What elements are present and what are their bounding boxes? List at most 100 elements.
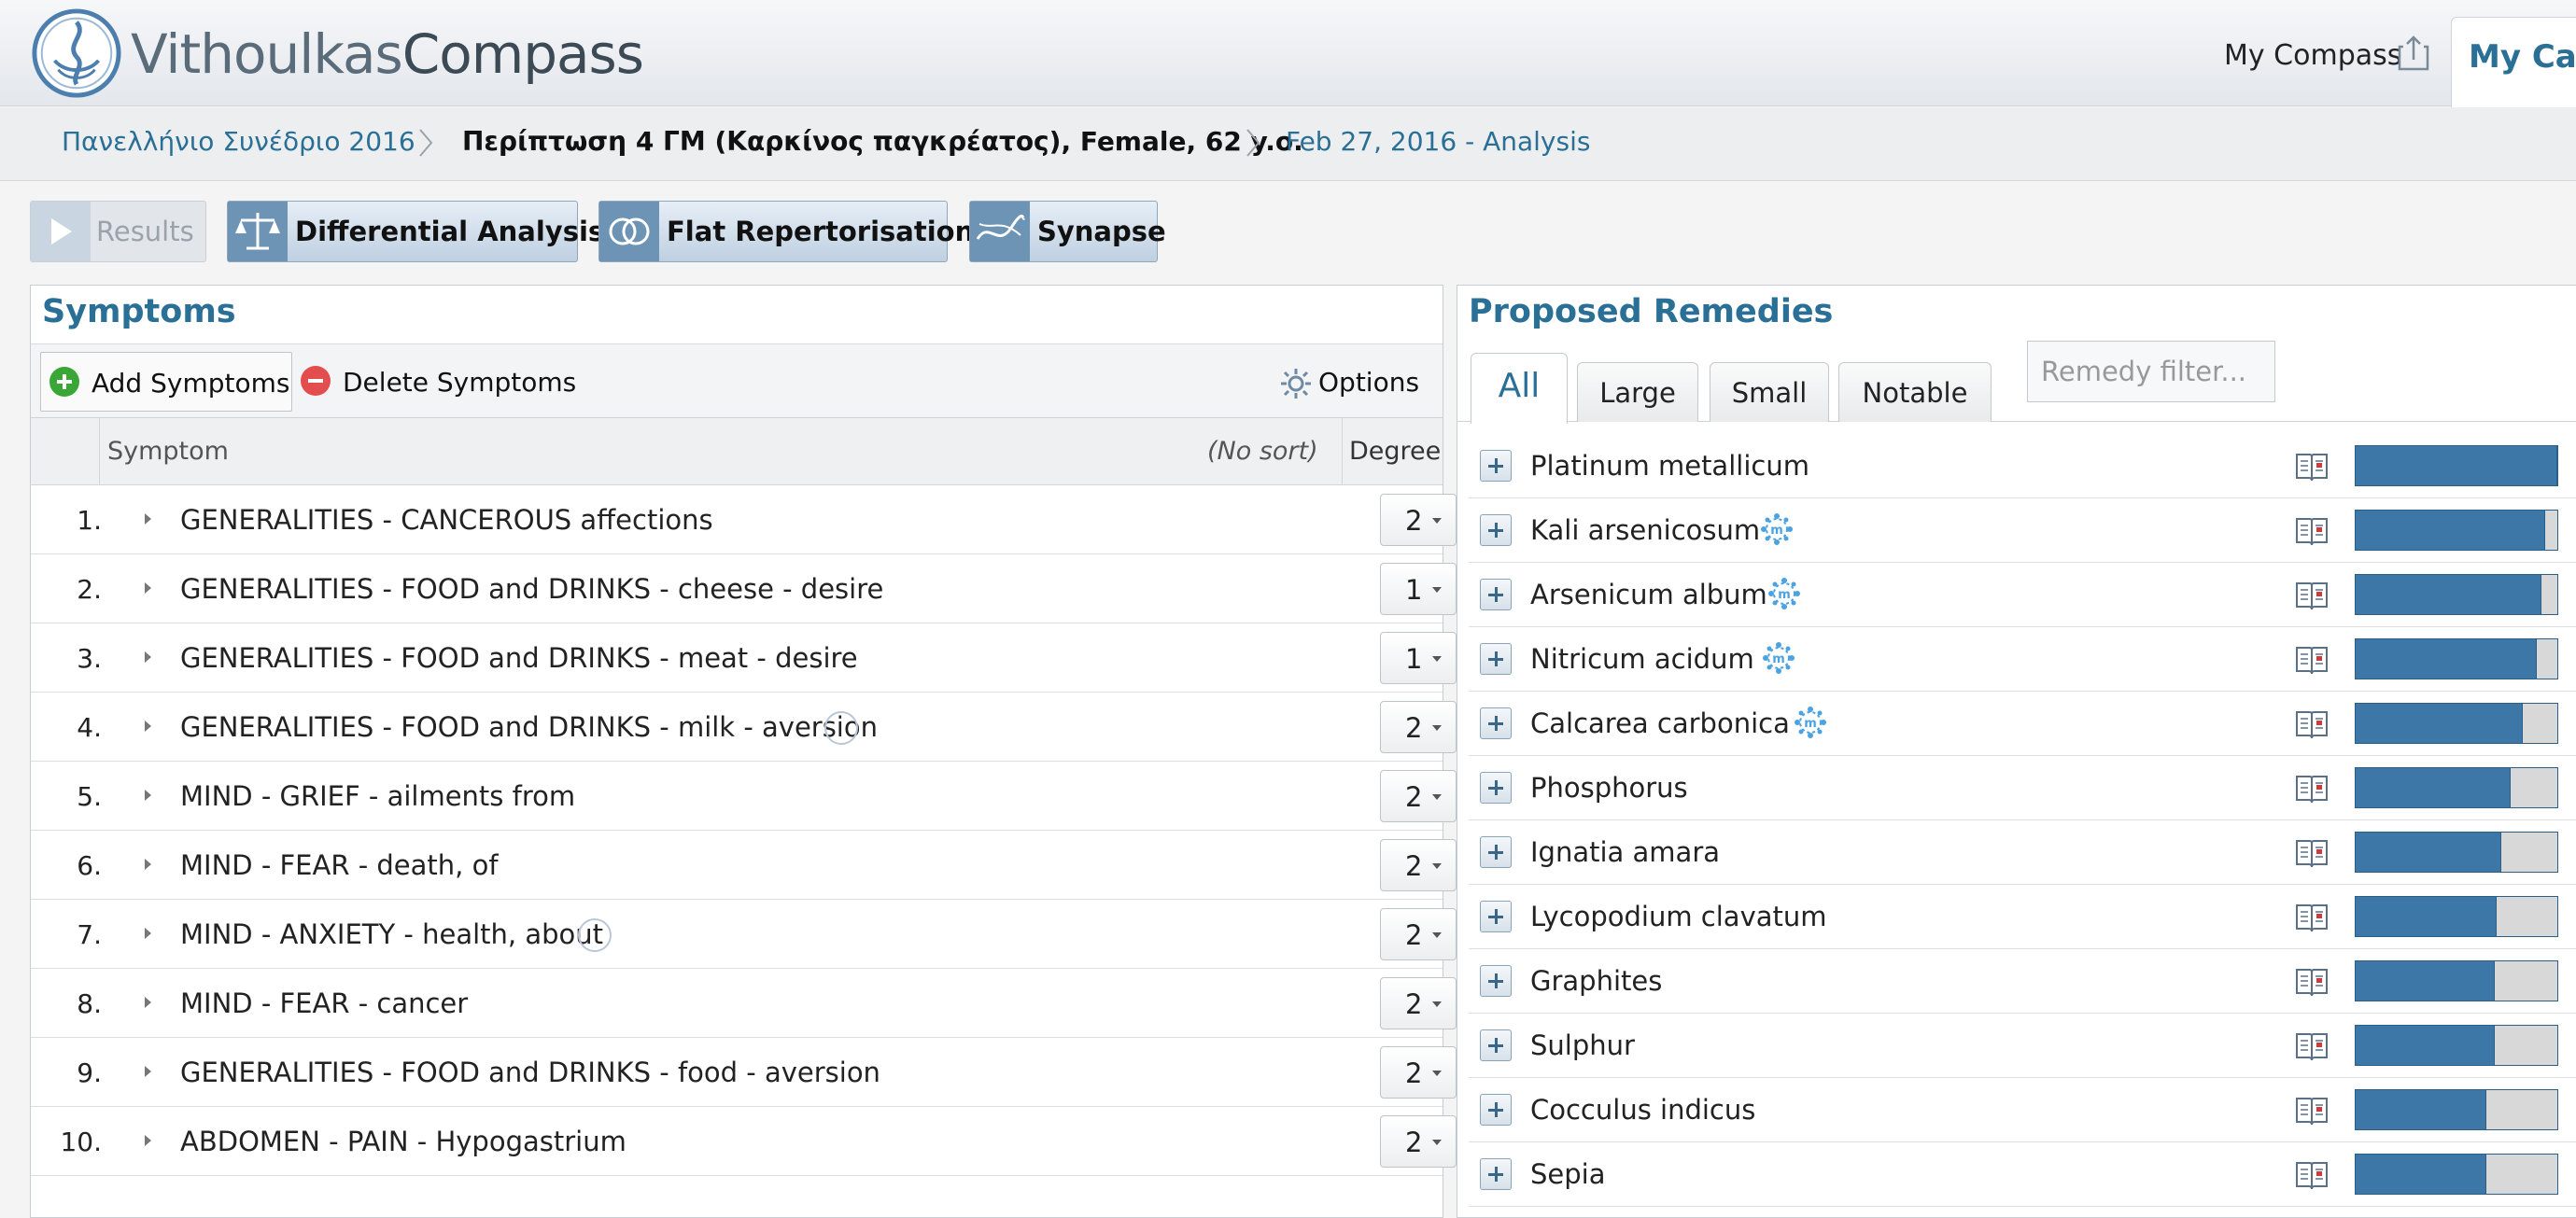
materia-medica-book-icon[interactable] <box>2295 708 2329 740</box>
options-button[interactable]: Options <box>1279 352 1429 412</box>
remedy-row[interactable]: Platinum metallicum <box>1469 434 2576 498</box>
add-symptoms-button[interactable]: Add Symptoms <box>40 352 292 412</box>
symptom-text[interactable]: GENERALITIES - FOOD and DRINKS - milk - … <box>180 711 878 743</box>
symptom-text[interactable]: MIND - ANXIETY - health, about <box>180 918 603 950</box>
materia-medica-book-icon[interactable] <box>2295 902 2329 933</box>
breadcrumb-case[interactable]: Περίπτωση 4 ΓΜ (Καρκίνος παγκρέατος), Fe… <box>462 126 1303 157</box>
degree-dropdown[interactable]: 2 <box>1380 1115 1457 1168</box>
expand-plus-icon[interactable] <box>1480 965 1512 997</box>
expand-arrow-icon[interactable] <box>145 928 151 939</box>
mind-icon[interactable]: m <box>1760 639 1797 677</box>
share-icon[interactable] <box>2398 34 2429 71</box>
materia-medica-book-icon[interactable] <box>2295 773 2329 805</box>
degree-dropdown[interactable]: 1 <box>1380 563 1457 615</box>
expand-arrow-icon[interactable] <box>145 859 151 870</box>
symptom-row[interactable]: 10. ABDOMEN - PAIN - Hypogastrium 2 <box>31 1107 1457 1176</box>
symptom-text[interactable]: GENERALITIES - FOOD and DRINKS - food - … <box>180 1057 880 1088</box>
expand-plus-icon[interactable] <box>1480 643 1512 675</box>
tab-my-case[interactable]: My Case <box>2451 17 2576 107</box>
mind-icon[interactable]: m <box>1792 704 1829 741</box>
degree-dropdown[interactable]: 2 <box>1380 977 1457 1029</box>
results-button[interactable]: Results <box>30 201 206 262</box>
remedy-name[interactable]: Graphites <box>1530 965 1662 997</box>
remedy-name[interactable]: Cocculus indicus <box>1530 1094 1755 1126</box>
remedy-row[interactable]: Arsenicum album m <box>1469 563 2576 627</box>
degree-dropdown[interactable]: 1 <box>1380 632 1457 684</box>
symptom-row[interactable]: 7. MIND - ANXIETY - health, about 2 <box>31 900 1457 969</box>
remedy-row[interactable]: Ignatia amara <box>1469 820 2576 885</box>
remedy-filter[interactable] <box>2027 341 2275 402</box>
header-degree[interactable]: Degree <box>1349 437 1441 466</box>
vithoulkas-logo-icon[interactable] <box>31 7 122 99</box>
expand-arrow-icon[interactable] <box>145 651 151 663</box>
delete-symptoms-button[interactable]: Delete Symptoms <box>300 352 580 412</box>
degree-dropdown[interactable]: 2 <box>1380 1046 1457 1099</box>
materia-medica-book-icon[interactable] <box>2295 1030 2329 1062</box>
remedy-name[interactable]: Lycopodium clavatum <box>1530 901 1827 932</box>
symptom-text[interactable]: GENERALITIES - FOOD and DRINKS - cheese … <box>180 573 883 605</box>
expand-plus-icon[interactable] <box>1480 1029 1512 1061</box>
degree-dropdown[interactable]: 2 <box>1380 839 1457 891</box>
expand-arrow-icon[interactable] <box>145 1066 151 1077</box>
remedy-name[interactable]: Kali arsenicosum <box>1530 514 1760 546</box>
materia-medica-book-icon[interactable] <box>2295 451 2329 483</box>
materia-medica-book-icon[interactable] <box>2295 966 2329 998</box>
symptom-row[interactable]: 9. GENERALITIES - FOOD and DRINKS - food … <box>31 1038 1457 1107</box>
expand-plus-icon[interactable] <box>1480 514 1512 546</box>
expand-plus-icon[interactable] <box>1480 772 1512 804</box>
differential-analysis-button[interactable]: Differential Analysis <box>227 201 604 262</box>
materia-medica-book-icon[interactable] <box>2295 1095 2329 1127</box>
expand-arrow-icon[interactable] <box>145 513 151 525</box>
materia-medica-book-icon[interactable] <box>2295 580 2329 611</box>
expand-arrow-icon[interactable] <box>145 790 151 801</box>
remedy-name[interactable]: Platinum metallicum <box>1530 450 1809 482</box>
tab-notable[interactable]: Notable <box>1838 362 1992 422</box>
remedy-name[interactable]: Calcarea carbonica <box>1530 707 1790 739</box>
breadcrumb-conference[interactable]: Πανελλήνιο Συνέδριο 2016 <box>62 126 415 157</box>
my-compass-link[interactable]: My Compass <box>2224 39 2401 72</box>
remedy-name[interactable]: Arsenicum album <box>1530 579 1767 610</box>
expand-plus-icon[interactable] <box>1480 901 1512 932</box>
remedy-row[interactable]: Sepia <box>1469 1142 2576 1207</box>
expand-arrow-icon[interactable] <box>145 582 151 594</box>
degree-dropdown[interactable]: 2 <box>1380 770 1457 822</box>
remedy-row[interactable]: Kali arsenicosum m <box>1469 498 2576 563</box>
remedy-row[interactable]: Cocculus indicus <box>1469 1078 2576 1142</box>
status-circle-icon[interactable] <box>578 918 612 952</box>
symptom-row[interactable]: 6. MIND - FEAR - death, of 2 <box>31 831 1457 900</box>
remedy-name[interactable]: Phosphorus <box>1530 772 1688 804</box>
expand-arrow-icon[interactable] <box>145 1135 151 1146</box>
remedy-name[interactable]: Sulphur <box>1530 1029 1635 1061</box>
remedy-row[interactable]: Calcarea carbonica m <box>1469 692 2576 756</box>
symptom-row[interactable]: 4. GENERALITIES - FOOD and DRINKS - milk … <box>31 693 1457 762</box>
tab-large[interactable]: Large <box>1577 362 1698 422</box>
expand-plus-icon[interactable] <box>1480 1094 1512 1126</box>
mind-icon[interactable]: m <box>1758 511 1795 548</box>
symptom-text[interactable]: MIND - FEAR - cancer <box>180 987 468 1019</box>
symptom-text[interactable]: MIND - FEAR - death, of <box>180 849 499 881</box>
materia-medica-book-icon[interactable] <box>2295 837 2329 869</box>
materia-medica-book-icon[interactable] <box>2295 644 2329 676</box>
remedy-name[interactable]: Sepia <box>1530 1158 1606 1190</box>
remedy-name[interactable]: Nitricum acidum <box>1530 643 1754 675</box>
remedy-row[interactable]: Sulphur <box>1469 1014 2576 1078</box>
symptom-row[interactable]: 3. GENERALITIES - FOOD and DRINKS - meat … <box>31 623 1457 693</box>
flat-repertorisation-button[interactable]: Flat Repertorisation <box>598 201 974 262</box>
materia-medica-book-icon[interactable] <box>2295 1159 2329 1191</box>
symptom-text[interactable]: MIND - GRIEF - ailments from <box>180 780 575 812</box>
brand-name[interactable]: VithoulkasCompass <box>131 22 644 86</box>
symptom-row[interactable]: 1. GENERALITIES - CANCEROUS affections 2 <box>31 485 1457 554</box>
degree-dropdown[interactable]: 2 <box>1380 701 1457 753</box>
header-sort[interactable]: (No sort) <box>1207 437 1318 466</box>
header-symptom[interactable]: Symptom <box>107 437 229 466</box>
remedy-row[interactable]: Nitricum acidum m <box>1469 627 2576 692</box>
expand-plus-icon[interactable] <box>1480 450 1512 482</box>
symptom-text[interactable]: ABDOMEN - PAIN - Hypogastrium <box>180 1126 626 1157</box>
materia-medica-book-icon[interactable] <box>2295 515 2329 547</box>
expand-arrow-icon[interactable] <box>145 997 151 1008</box>
remedy-name[interactable]: Ignatia amara <box>1530 836 1720 868</box>
expand-plus-icon[interactable] <box>1480 1158 1512 1190</box>
symptom-text[interactable]: GENERALITIES - CANCEROUS affections <box>180 504 713 536</box>
remedy-row[interactable]: Phosphorus <box>1469 756 2576 820</box>
tab-small[interactable]: Small <box>1710 362 1829 422</box>
